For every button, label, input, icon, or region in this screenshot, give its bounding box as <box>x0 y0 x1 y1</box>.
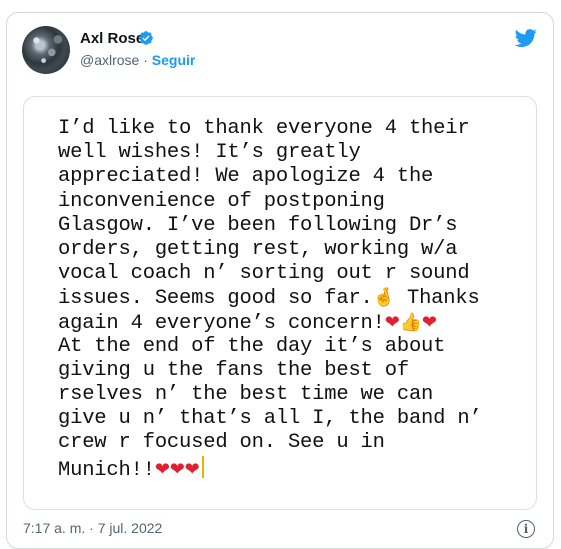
note-line: vocal coach n’ sorting out r sound <box>58 262 470 286</box>
heart-emoji-icon: ❤ <box>184 458 200 480</box>
text-cursor <box>201 455 204 478</box>
heart-emoji-icon: ❤ <box>169 458 185 480</box>
note-line: giving u the fans the best of <box>58 358 409 382</box>
note-line: rselves n’ the best time we can <box>58 383 434 407</box>
author-name[interactable]: Axl Rose <box>80 30 144 47</box>
info-icon[interactable]: i <box>517 520 535 538</box>
heart-emoji-icon: ❤ <box>384 311 400 333</box>
note-line: inconvenience of postponing <box>58 189 385 213</box>
note-line-with-emoji: again 4 everyone’s concern!❤👍❤ <box>58 311 528 335</box>
avatar[interactable] <box>22 26 70 74</box>
note-line-with-emoji: issues. Seems good so far.🤞 Thanks <box>58 286 528 310</box>
crossed-fingers-emoji-icon: 🤞 <box>372 287 395 309</box>
note-line-text: again 4 everyone’s concern! <box>58 311 385 335</box>
note-line: At the end of the day it’s about <box>58 334 446 358</box>
note-line-text: Munich!! <box>58 458 155 482</box>
note-line: I’d like to thank everyone 4 their <box>58 117 470 140</box>
note-line: orders, getting rest, working w/a <box>58 237 458 261</box>
handle-row: @axlrose · Seguir <box>80 52 195 68</box>
tweet-timestamp[interactable]: 7:17 a. m. · 7 jul. 2022 <box>23 520 162 536</box>
follow-link[interactable]: Seguir <box>152 52 196 68</box>
heart-emoji-icon: ❤ <box>421 311 437 333</box>
heart-emoji-icon: ❤ <box>154 458 170 480</box>
author-handle[interactable]: @axlrose <box>80 52 139 68</box>
note-line: well wishes! It’s greatly <box>58 141 361 165</box>
separator-dot: · <box>143 52 148 68</box>
note-text: I’d like to thank everyone 4 their well … <box>58 117 528 482</box>
note-line: appreciated! We apologize 4 the <box>58 165 434 189</box>
note-line: crew r focused on. See u in <box>58 431 385 455</box>
verified-badge-icon <box>139 31 153 45</box>
twitter-bird-icon[interactable] <box>513 27 539 49</box>
note-line: give u n’ that’s all I, the band n’ <box>58 407 482 431</box>
thumbs-up-emoji-icon: 👍 <box>399 311 422 333</box>
note-line: Glasgow. I’ve been following Dr’s <box>58 213 458 237</box>
note-line-with-emoji: Munich!!❤❤❤ <box>58 455 528 482</box>
thanks-text: Thanks <box>394 287 480 311</box>
note-line-text: issues. Seems good so far. <box>58 287 373 311</box>
